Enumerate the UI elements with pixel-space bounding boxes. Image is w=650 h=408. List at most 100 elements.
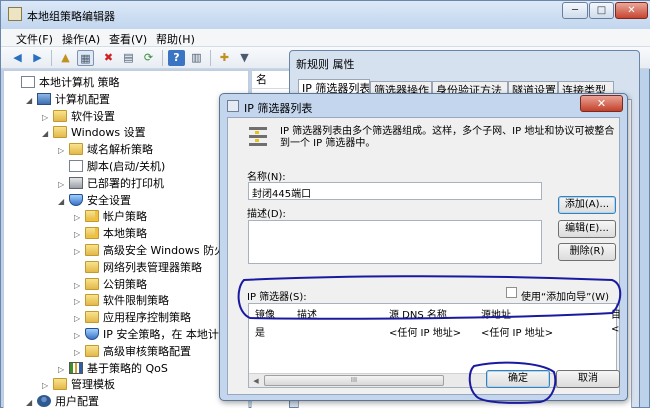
- tree-item[interactable]: ▷ 帐户策略: [74, 208, 147, 225]
- maximize-button[interactable]: □: [589, 2, 614, 19]
- back-icon[interactable]: ◀: [9, 50, 26, 66]
- window-title: 本地组策略编辑器: [27, 10, 115, 23]
- folder-icon: [85, 260, 99, 273]
- column-header-name[interactable]: 名: [252, 71, 292, 89]
- delete-icon[interactable]: ✖: [100, 50, 117, 66]
- printer-icon: [69, 176, 83, 189]
- collapsed-arrow-icon[interactable]: ▷: [74, 293, 85, 310]
- refresh-icon[interactable]: ⟳: [140, 50, 157, 66]
- tree-item[interactable]: ▷ 本地策略: [74, 225, 147, 242]
- column-header-source-dns[interactable]: 源 DNS 名称: [389, 306, 447, 321]
- description-field[interactable]: [248, 220, 542, 264]
- tree-item[interactable]: ▷ 已部署的打印机: [58, 175, 164, 192]
- cell-destination: <: [611, 324, 620, 335]
- column-header-destination[interactable]: 目: [611, 306, 621, 321]
- expanded-arrow-icon[interactable]: ◢: [42, 125, 53, 142]
- dialog-icon: [227, 100, 239, 112]
- doc-icon: [69, 160, 83, 172]
- expanded-arrow-icon[interactable]: ◢: [26, 92, 37, 109]
- table-row[interactable]: 是 <任何 IP 地址> <任何 IP 地址> <: [249, 322, 620, 339]
- edit-button[interactable]: 编辑(E)...: [558, 220, 616, 238]
- show-hide-tree-icon[interactable]: ▦: [77, 50, 94, 66]
- tree-item-label: 公钥策略: [103, 277, 147, 291]
- collapsed-arrow-icon[interactable]: ▷: [74, 226, 85, 243]
- close-button[interactable]: ✕: [615, 2, 648, 19]
- collapsed-arrow-icon[interactable]: ▷: [74, 310, 85, 327]
- collapsed-arrow-icon[interactable]: ▷: [42, 377, 53, 394]
- folder-icon: [85, 311, 99, 324]
- shield-icon: [69, 193, 83, 206]
- tree-item[interactable]: ▷ 应用程序控制策略: [74, 309, 191, 326]
- tree-item[interactable]: 本地计算机 策略: [10, 74, 120, 91]
- tree-item[interactable]: ▷ 高级审核策略配置: [74, 343, 191, 360]
- collapsed-arrow-icon[interactable]: ▷: [58, 142, 69, 159]
- tree-item[interactable]: ◢ 计算机配置: [26, 91, 110, 108]
- ip-filter-list-dialog: IP 筛选器列表 ✕ IP 筛选器列表由多个筛选器组成。这样，多个子网、IP 地…: [219, 93, 628, 401]
- collapsed-arrow-icon[interactable]: ▷: [42, 109, 53, 126]
- collapsed-arrow-icon[interactable]: ▷: [58, 361, 69, 378]
- tree-item-label: 本地计算机 策略: [39, 76, 120, 89]
- folder-icon: [53, 126, 67, 139]
- tree-item-label: 域名解析策略: [87, 143, 153, 157]
- menu-view[interactable]: 查看(V): [109, 31, 147, 47]
- up-folder-icon[interactable]: ▲: [57, 50, 74, 66]
- collapsed-arrow-icon[interactable]: ▷: [74, 209, 85, 226]
- menu-action[interactable]: 操作(A): [62, 31, 100, 47]
- export-icon[interactable]: ▤: [120, 50, 137, 66]
- filter-icon[interactable]: ▼: [236, 50, 253, 66]
- folder-icon: [69, 143, 83, 156]
- tree-item[interactable]: 网络列表管理器策略: [74, 259, 202, 276]
- column-header-mirror[interactable]: 镜像: [255, 306, 275, 321]
- collapsed-arrow-icon[interactable]: ▷: [74, 344, 85, 361]
- computer-icon: [37, 92, 51, 105]
- tree-item[interactable]: ▷ 公钥策略: [74, 276, 147, 293]
- expanded-arrow-icon[interactable]: ◢: [58, 193, 69, 210]
- scroll-left-icon[interactable]: ◀: [249, 374, 263, 388]
- tree-item[interactable]: ▷ 管理模板: [42, 376, 115, 393]
- menu-bar: 文件(F) 操作(A) 查看(V) 帮助(H): [1, 29, 650, 47]
- use-add-wizard-checkbox[interactable]: [506, 287, 517, 298]
- ok-button[interactable]: 确定: [486, 370, 550, 388]
- expanded-arrow-icon[interactable]: ◢: [26, 394, 37, 408]
- cancel-button[interactable]: 取消: [556, 370, 620, 388]
- scroll-thumb[interactable]: III: [264, 375, 444, 386]
- collapsed-arrow-icon[interactable]: ▷: [74, 277, 85, 294]
- toolbar-separator: [210, 50, 211, 66]
- column-header-source-address[interactable]: 源地址: [481, 306, 511, 321]
- tree-item[interactable]: ▷ 基于策略的 QoS: [58, 360, 168, 377]
- tree-item-label: 基于策略的 QoS: [87, 361, 168, 375]
- collapsed-arrow-icon[interactable]: ▷: [74, 327, 85, 344]
- menu-file[interactable]: 文件(F): [16, 31, 53, 47]
- add-button[interactable]: 添加(A)...: [558, 196, 616, 214]
- tree-item[interactable]: ◢ 安全设置: [58, 192, 131, 209]
- remove-button[interactable]: 删除(R): [558, 243, 616, 261]
- dialog-close-button[interactable]: ✕: [580, 95, 623, 112]
- column-header-description[interactable]: 描述: [297, 306, 317, 321]
- tree-item[interactable]: ◢ Windows 设置: [42, 124, 146, 141]
- minimize-button[interactable]: ─: [562, 2, 588, 19]
- tree-item[interactable]: ▷ IP 安全策略，在 本地计算机: [74, 326, 241, 343]
- dialog-description: IP 筛选器列表由多个筛选器组成。这样，多个子网、IP 地址和协议可被整合到一个…: [280, 126, 615, 149]
- folder-icon: [85, 294, 99, 307]
- properties-icon[interactable]: ▥: [188, 50, 205, 66]
- tree-item[interactable]: ◢ 用户配置: [26, 393, 99, 408]
- name-field[interactable]: 封闭445端口: [248, 182, 542, 200]
- collapsed-arrow-icon[interactable]: ▷: [58, 176, 69, 193]
- folder-icon: [53, 109, 67, 122]
- tree-item-label: 已部署的打印机: [87, 176, 164, 190]
- tree-item[interactable]: 脚本(启动/关机): [58, 158, 165, 175]
- ip-filters-label: IP 筛选器(S):: [247, 292, 307, 303]
- description-label: 描述(D):: [247, 209, 286, 220]
- collapsed-arrow-icon[interactable]: ▷: [74, 243, 85, 260]
- menu-help[interactable]: 帮助(H): [156, 31, 195, 47]
- use-add-wizard-label: 使用“添加向导”(W): [521, 292, 610, 303]
- tree-item[interactable]: ▷ 高级安全 Windows 防火墙: [74, 242, 236, 259]
- add-icon[interactable]: ✚: [216, 50, 233, 66]
- tree-item[interactable]: ▷ 域名解析策略: [58, 141, 153, 158]
- folder-icon: [53, 378, 67, 391]
- help-icon[interactable]: ?: [168, 50, 185, 66]
- forward-icon[interactable]: ▶: [29, 50, 46, 66]
- folder-icon: [85, 244, 99, 256]
- tree-item[interactable]: ▷ 软件设置: [42, 108, 115, 125]
- tree-item[interactable]: ▷ 软件限制策略: [74, 292, 169, 309]
